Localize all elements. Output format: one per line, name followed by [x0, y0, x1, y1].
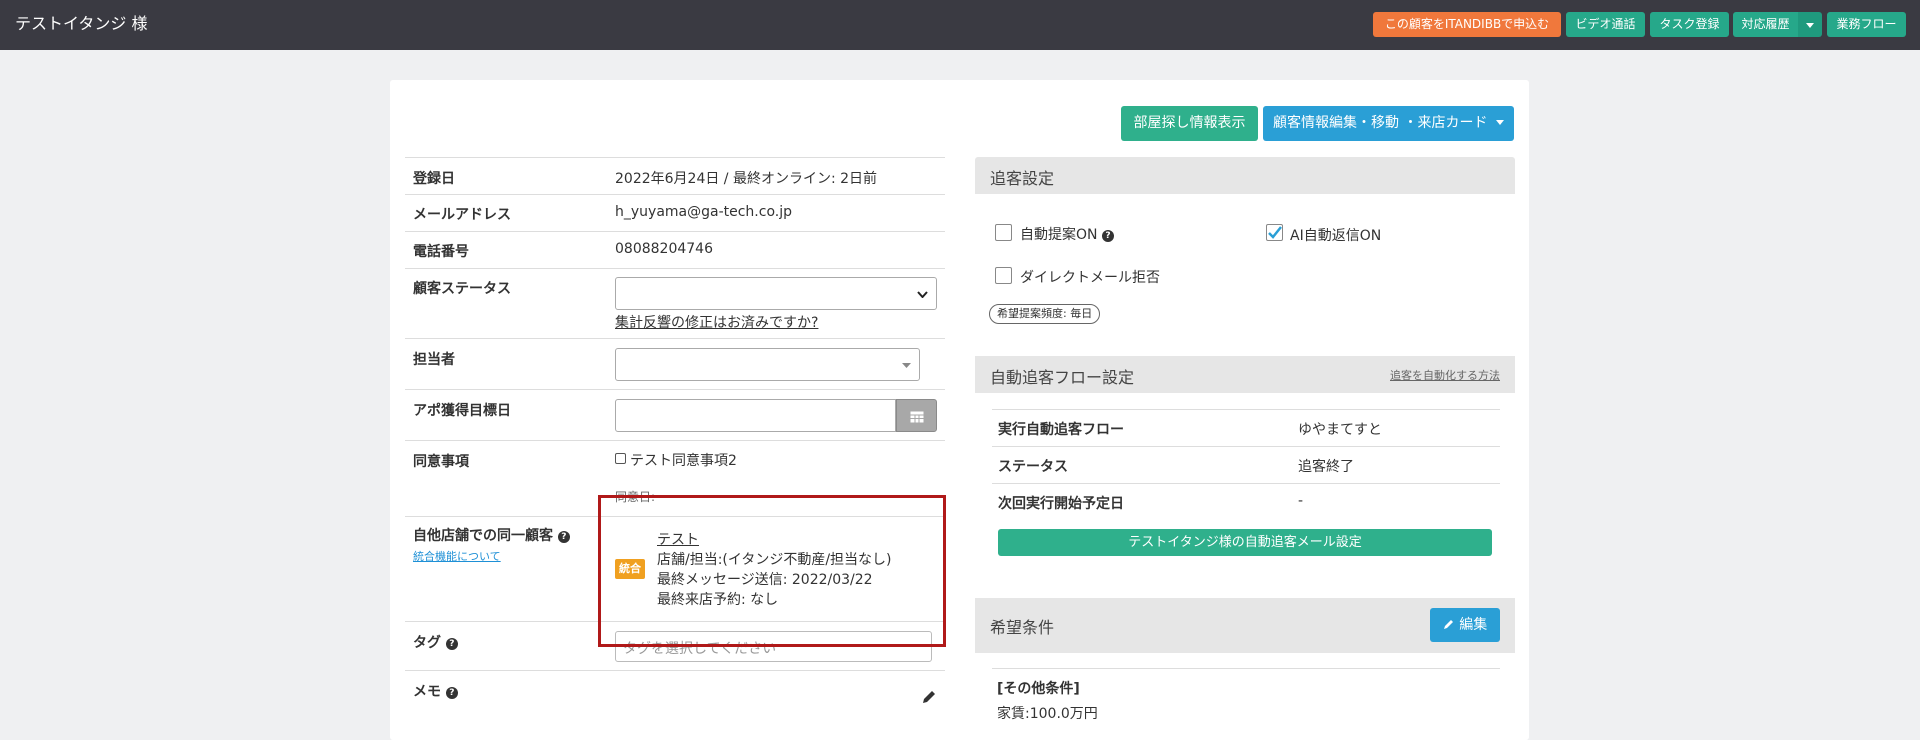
status-select[interactable] — [615, 277, 937, 310]
auto-flow-row: 実行自動追客フロー ゆやまてすと — [992, 409, 1500, 446]
checkmark-icon — [1268, 226, 1282, 239]
consent-item-label: テスト同意事項2 — [630, 453, 737, 469]
pencil-icon — [1443, 620, 1453, 629]
memo-label: メモ ? — [413, 681, 458, 701]
conditions-title: 希望条件 — [990, 618, 1055, 637]
email-label: メールアドレス — [413, 207, 511, 223]
frequency-pill[interactable]: 希望提案頻度: 毎日 — [989, 304, 1101, 324]
calendar-icon — [910, 411, 924, 423]
appointment-target-label: アポ獲得目標日 — [413, 403, 511, 419]
chevron-down-icon — [917, 291, 928, 298]
consent-label: 同意事項 — [413, 454, 469, 470]
consent-checkbox[interactable] — [615, 453, 626, 464]
staff-label: 担当者 — [413, 352, 455, 368]
edit-customer-button[interactable]: 顧客情報編集・移動 ・来店カード — [1263, 106, 1514, 141]
auto-flow-row: 次回実行開始予定日 - — [992, 483, 1500, 520]
edit-conditions-button[interactable]: 編集 — [1430, 608, 1500, 642]
auto-flow-title: 自動追客フロー設定 — [990, 368, 1135, 387]
conditions-body: [その他条件] 家賃:100.0万円 — [975, 653, 1515, 724]
email-value: h_yuyama@ga-tech.co.jp — [615, 204, 792, 220]
row-appointment-target: アポ獲得目標日 — [405, 389, 945, 440]
same-customer-label-text: 自他店舗での同一顧客 — [413, 528, 553, 544]
registered-value: 2022年6月24日 / 最終オンライン: 2日前 — [615, 171, 878, 187]
auto-flow-row-value: 追客終了 — [1298, 459, 1354, 475]
room-search-info-button[interactable]: 部屋探し情報表示 — [1121, 106, 1258, 141]
apply-itandibb-button[interactable]: この顧客をITANDIBBで申込む — [1373, 12, 1561, 37]
appointment-date-input[interactable] — [615, 399, 896, 432]
memo-label-text: メモ — [413, 684, 441, 700]
row-staff: 担当者 — [405, 338, 945, 389]
other-conditions-heading: [その他条件] — [997, 681, 1080, 697]
help-icon[interactable]: ? — [1101, 230, 1114, 242]
same-customer-label: 自他店舗での同一顧客 ? — [413, 525, 570, 545]
staff-select[interactable] — [615, 348, 920, 381]
auto-flow-header: 自動追客フロー設定 追客を自動化する方法 — [975, 356, 1515, 393]
phone-value: 08088204746 — [615, 241, 713, 257]
howto-automate-link[interactable]: 追客を自動化する方法 — [1390, 367, 1500, 383]
help-icon[interactable]: ? — [445, 638, 458, 650]
follow-settings-body: 自動提案ON ? AI自動返信ON ダイレクトメール拒否 希望提案頻度: 毎日 — [975, 194, 1515, 356]
auto-flow-row-label: 実行自動追客フロー — [998, 422, 1124, 438]
auto-flow-row: ステータス 追客終了 — [992, 446, 1500, 483]
top-bar: テストイタンジ 様 この顧客をITANDIBBで申込む ビデオ通話 タスク登録 … — [0, 0, 1920, 50]
tags-label-text: タグ — [413, 635, 441, 651]
phone-label: 電話番号 — [413, 244, 469, 260]
task-register-button[interactable]: タスク登録 — [1650, 12, 1729, 37]
history-button[interactable]: 対応履歴 — [1733, 12, 1798, 37]
aggregate-fix-link[interactable]: 集計反響の修正はお済みですか? — [615, 312, 818, 332]
video-call-button[interactable]: ビデオ通話 — [1566, 12, 1645, 37]
help-icon[interactable]: ? — [557, 531, 570, 543]
auto-flow-row-value: - — [1298, 493, 1304, 509]
auto-flow-row-label: 次回実行開始予定日 — [998, 496, 1124, 512]
tags-label: タグ ? — [413, 632, 458, 652]
workflow-button[interactable]: 業務フロー — [1827, 12, 1906, 37]
customer-name: テストイタンジ 様 — [15, 14, 148, 33]
highlight-box — [598, 495, 946, 647]
registered-label: 登録日 — [413, 171, 455, 187]
merge-feature-link[interactable]: 統合機能について — [413, 548, 501, 564]
caret-down-icon — [1495, 120, 1504, 125]
row-status: 顧客ステータス 集計反響の修正はお済みですか? — [405, 268, 945, 338]
pencil-icon[interactable] — [921, 689, 937, 705]
help-icon[interactable]: ? — [445, 687, 458, 699]
caret-down-icon — [902, 363, 911, 368]
status-label: 顧客ステータス — [413, 281, 511, 297]
follow-settings-header: 追客設定 — [975, 157, 1515, 194]
rent-condition: 家賃:100.0万円 — [997, 706, 1098, 722]
auto-suggest-checkbox[interactable] — [995, 224, 1012, 241]
auto-flow-row-label: ステータス — [998, 459, 1068, 475]
auto-flow-row-value: ゆやまてすと — [1298, 422, 1382, 438]
row-email: メールアドレス h_yuyama@ga-tech.co.jp — [405, 194, 945, 231]
auto-follow-mail-settings-button[interactable]: テストイタンジ様の自動追客メール設定 — [998, 529, 1492, 556]
edit-customer-label: 顧客情報編集・移動 ・来店カード — [1273, 115, 1488, 131]
auto-suggest-label: 自動提案ON ? — [1020, 224, 1114, 244]
edit-conditions-label: 編集 — [1459, 617, 1488, 633]
auto-suggest-text: 自動提案ON — [1020, 227, 1098, 243]
history-dropdown-toggle[interactable] — [1798, 12, 1822, 37]
follow-settings-title: 追客設定 — [990, 169, 1055, 188]
dm-reject-checkbox[interactable] — [995, 267, 1012, 284]
row-registered: 登録日 2022年6月24日 / 最終オンライン: 2日前 — [405, 157, 945, 194]
row-memo: メモ ? — [405, 670, 945, 724]
calendar-button[interactable] — [896, 399, 937, 432]
ai-reply-checkbox[interactable] — [1266, 224, 1283, 241]
caret-down-icon — [1806, 23, 1814, 28]
row-phone: 電話番号 08088204746 — [405, 231, 945, 268]
conditions-header: 希望条件 編集 — [975, 598, 1515, 653]
ai-reply-label: AI自動返信ON — [1290, 228, 1382, 244]
dm-reject-label: ダイレクトメール拒否 — [1020, 270, 1160, 286]
